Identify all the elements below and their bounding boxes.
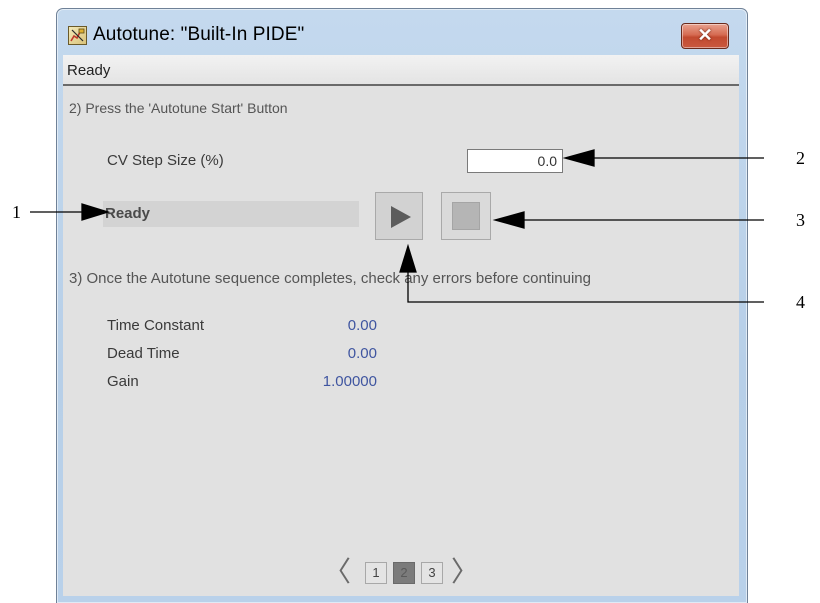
callout-number-2: 2 [796,148,805,168]
callout-4-arrowhead [399,243,417,273]
callout-number-4: 4 [796,292,805,312]
callout-number-3: 3 [796,210,805,230]
callout-1-arrowhead [81,203,111,221]
callout-arrows [30,149,764,303]
callout-2-arrowhead [562,149,595,167]
callout-4-line [407,272,764,303]
callout-3-arrowhead [492,211,525,229]
callout-number-1: 1 [12,202,21,222]
